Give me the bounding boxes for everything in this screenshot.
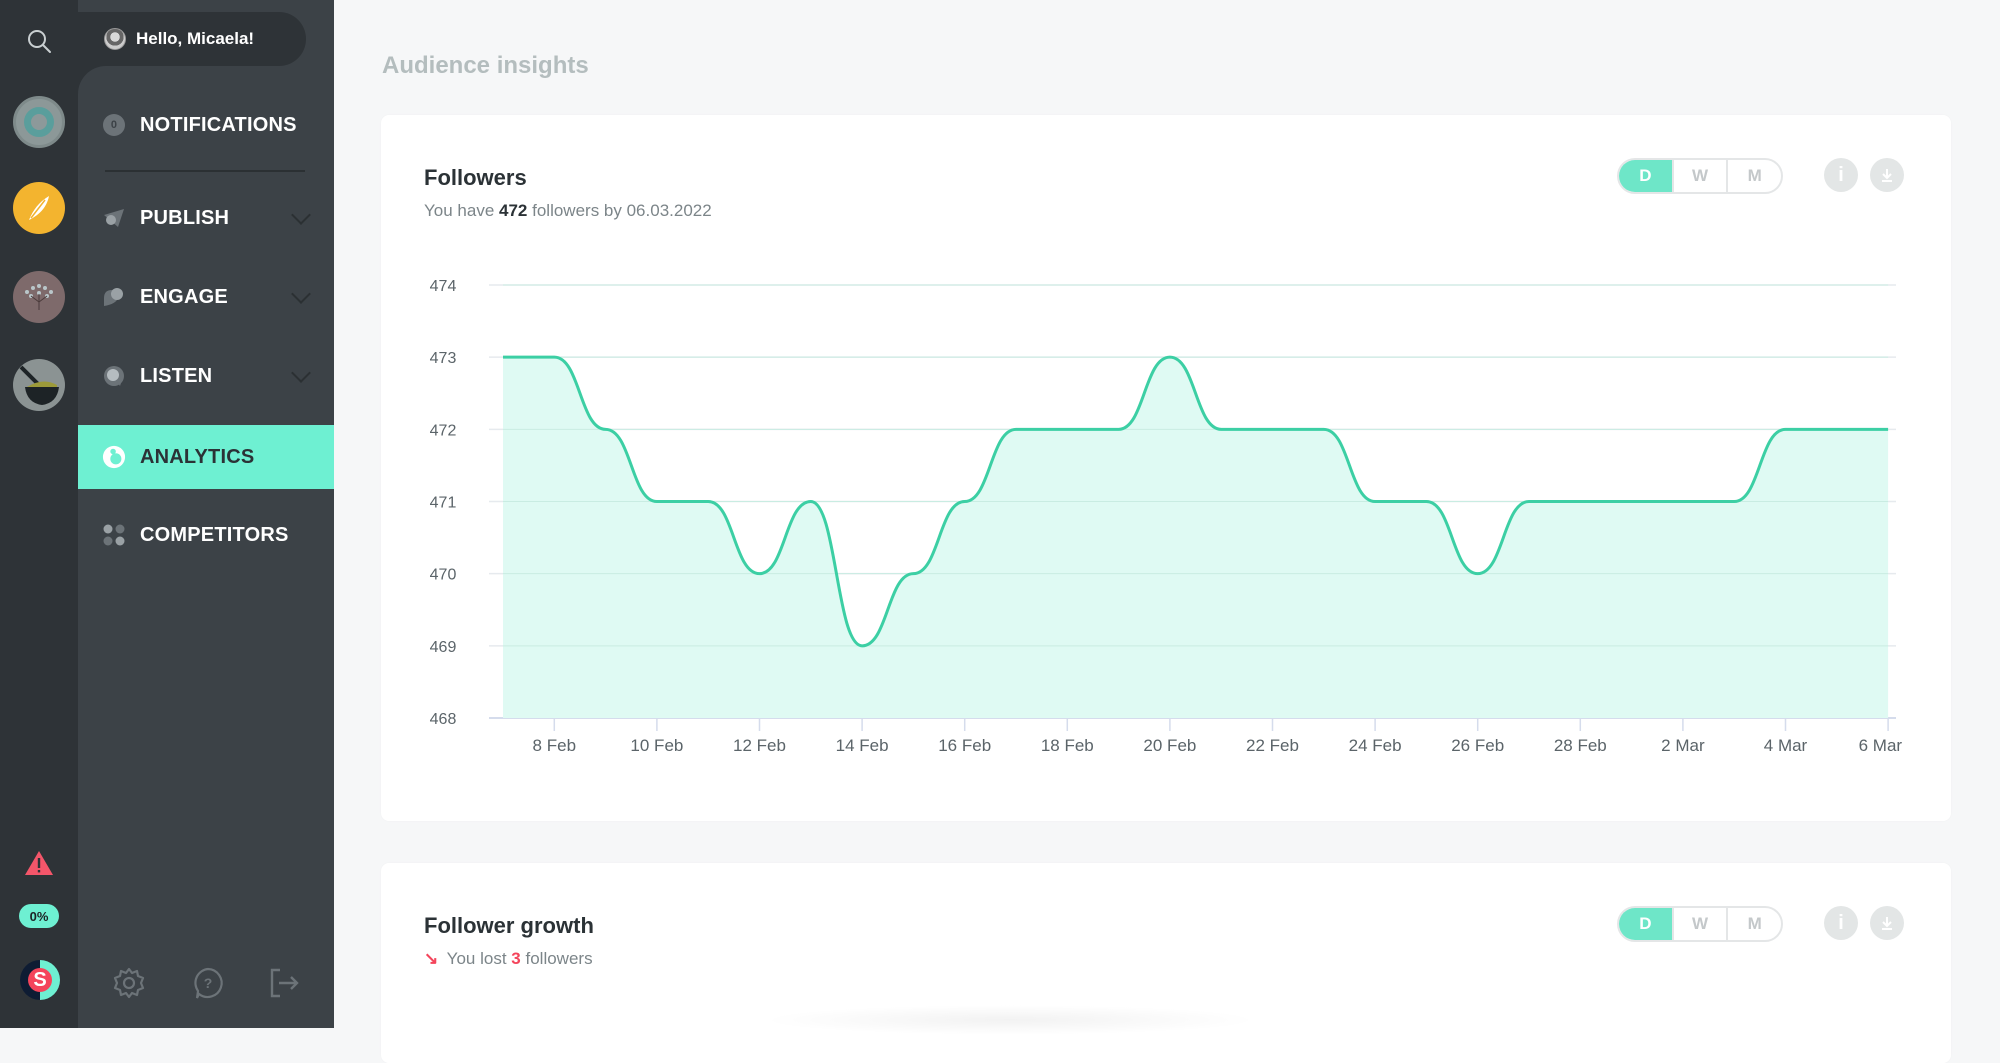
app-logo[interactable]: S <box>20 960 60 1000</box>
nav-notifications[interactable]: 0 NOTIFICATIONS <box>78 93 334 157</box>
period-month-button[interactable]: M <box>1726 908 1781 940</box>
x-tick-label: 4 Mar <box>1764 736 1808 755</box>
profile-avatar-bowl[interactable] <box>13 359 65 411</box>
profile-avatar-tree[interactable] <box>13 271 65 323</box>
nav-label: PUBLISH <box>140 206 230 229</box>
period-day-button[interactable]: D <box>1619 908 1672 940</box>
nav-analytics[interactable]: ANALYTICS <box>78 425 334 489</box>
x-tick-label: 2 Mar <box>1661 736 1705 755</box>
nav-label: NOTIFICATIONS <box>140 113 297 136</box>
progress-badge[interactable]: 0% <box>19 904 59 928</box>
logo-letter: S <box>28 968 52 992</box>
x-tick-label: 16 Feb <box>938 736 991 755</box>
leaf-icon <box>29 196 49 220</box>
chat-bubble-icon <box>104 288 123 306</box>
info-button[interactable]: i <box>1824 906 1858 940</box>
x-tick-label: 28 Feb <box>1554 736 1607 755</box>
x-tick-label: 8 Feb <box>533 736 576 755</box>
profile-avatar-donut[interactable] <box>13 96 65 148</box>
settings-icon[interactable] <box>112 966 146 1000</box>
nav-label: ENGAGE <box>140 285 228 308</box>
x-tick-label: 26 Feb <box>1451 736 1504 755</box>
x-tick-label: 20 Feb <box>1143 736 1196 755</box>
greeting-text: Hello, Micaela! <box>136 29 255 48</box>
download-button[interactable] <box>1870 906 1904 940</box>
followers-card: Followers You have 472 followers by 06.0… <box>381 115 1951 821</box>
competitors-icon <box>103 524 125 546</box>
period-toggle: D W M <box>1617 906 1783 942</box>
nav-label: ANALYTICS <box>140 445 255 468</box>
x-tick-label: 12 Feb <box>733 736 786 755</box>
card-title: Follower growth <box>424 913 594 938</box>
info-icon: i <box>1838 911 1844 934</box>
x-tick-label: 10 Feb <box>630 736 683 755</box>
y-tick-label: 471 <box>430 495 457 512</box>
y-tick-label: 468 <box>430 711 457 728</box>
logout-icon[interactable] <box>267 966 301 1000</box>
followers-chart: 468 469 470 471 472 473 474 8 Feb 10 Feb 12 Feb 14… <box>430 278 1903 755</box>
series-area <box>503 357 1889 718</box>
paper-plane-icon <box>104 209 124 227</box>
nav-competitors[interactable]: COMPETITORS <box>78 503 334 567</box>
warning-icon[interactable] <box>24 850 54 876</box>
lost-count: 3 <box>511 949 521 968</box>
profile-avatar-leaf[interactable] <box>13 182 65 234</box>
chevron-down-icon[interactable] <box>291 363 311 383</box>
notification-count-badge: 0 <box>103 114 125 136</box>
card-subtitle: ↘ You lost 3 followers <box>424 949 593 968</box>
chevron-down-icon[interactable] <box>291 284 311 304</box>
x-tick-label: 18 Feb <box>1041 736 1094 755</box>
period-week-button[interactable]: W <box>1671 908 1727 940</box>
y-tick-label: 470 <box>430 567 457 584</box>
y-tick-label: 473 <box>430 350 457 367</box>
chevron-down-icon[interactable] <box>291 205 311 225</box>
y-tick-label: 472 <box>430 422 457 439</box>
x-tick-label: 14 Feb <box>836 736 889 755</box>
y-tick-label: 474 <box>430 278 457 295</box>
search-icon[interactable] <box>26 28 52 54</box>
listen-icon <box>104 366 124 386</box>
nav-label: LISTEN <box>140 364 213 387</box>
page-title: Audience insights <box>382 52 589 79</box>
nav-publish[interactable]: PUBLISH <box>78 186 334 250</box>
user-avatar <box>104 28 126 50</box>
analytics-icon <box>102 445 126 469</box>
user-greeting[interactable]: Hello, Micaela! <box>60 12 306 66</box>
download-icon <box>1882 917 1892 930</box>
x-tick-label: 6 Mar <box>1859 736 1903 755</box>
tree-icon <box>25 284 53 310</box>
nav-label: COMPETITORS <box>140 523 289 546</box>
x-tick-label: 24 Feb <box>1349 736 1402 755</box>
help-icon[interactable]: ? <box>191 966 225 1000</box>
nav-engage[interactable]: ENGAGE <box>78 265 334 329</box>
nav-listen[interactable]: LISTEN <box>78 344 334 408</box>
svg-text:?: ? <box>204 975 213 991</box>
x-tick-label: 22 Feb <box>1246 736 1299 755</box>
nav-divider <box>105 170 305 172</box>
y-tick-label: 469 <box>430 639 457 656</box>
trend-down-icon: ↘ <box>424 949 439 968</box>
bowl-icon <box>19 365 59 405</box>
